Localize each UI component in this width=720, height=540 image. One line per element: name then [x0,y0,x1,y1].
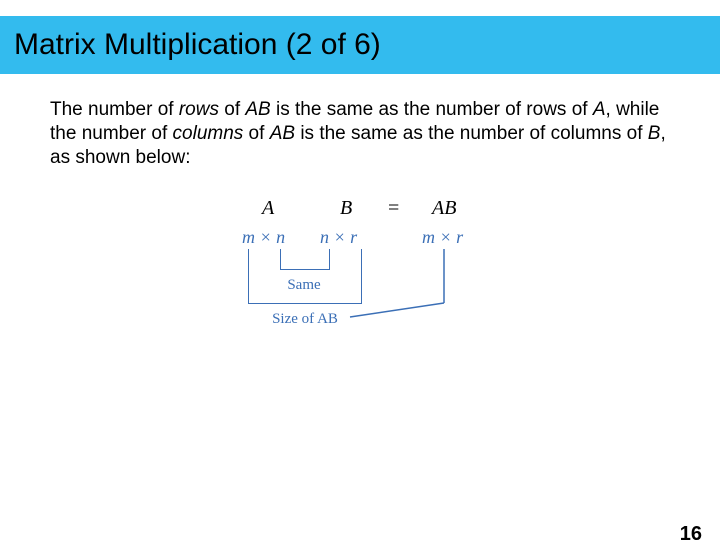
txt: is the same as the number of rows of [271,99,593,120]
txt-columns: columns [173,123,244,144]
txt: is the same as the number of columns of [295,123,648,144]
txt: of [219,99,245,120]
txt-A: A [593,99,606,120]
txt: of [243,123,269,144]
txt-AB2: AB [270,123,295,144]
page-number: 16 [680,523,702,540]
txt-AB: AB [245,99,270,120]
slide-body: The number of rows of AB is the same as … [50,98,670,169]
connector-lines [230,197,490,387]
txt-rows: rows [179,99,219,120]
dimension-diagram: A B = AB m × n n × r m × r Same Size of … [230,197,490,387]
slide-title: Matrix Multiplication (2 of 6) [0,16,720,74]
txt: The number of [50,99,179,120]
txt-B: B [648,123,661,144]
